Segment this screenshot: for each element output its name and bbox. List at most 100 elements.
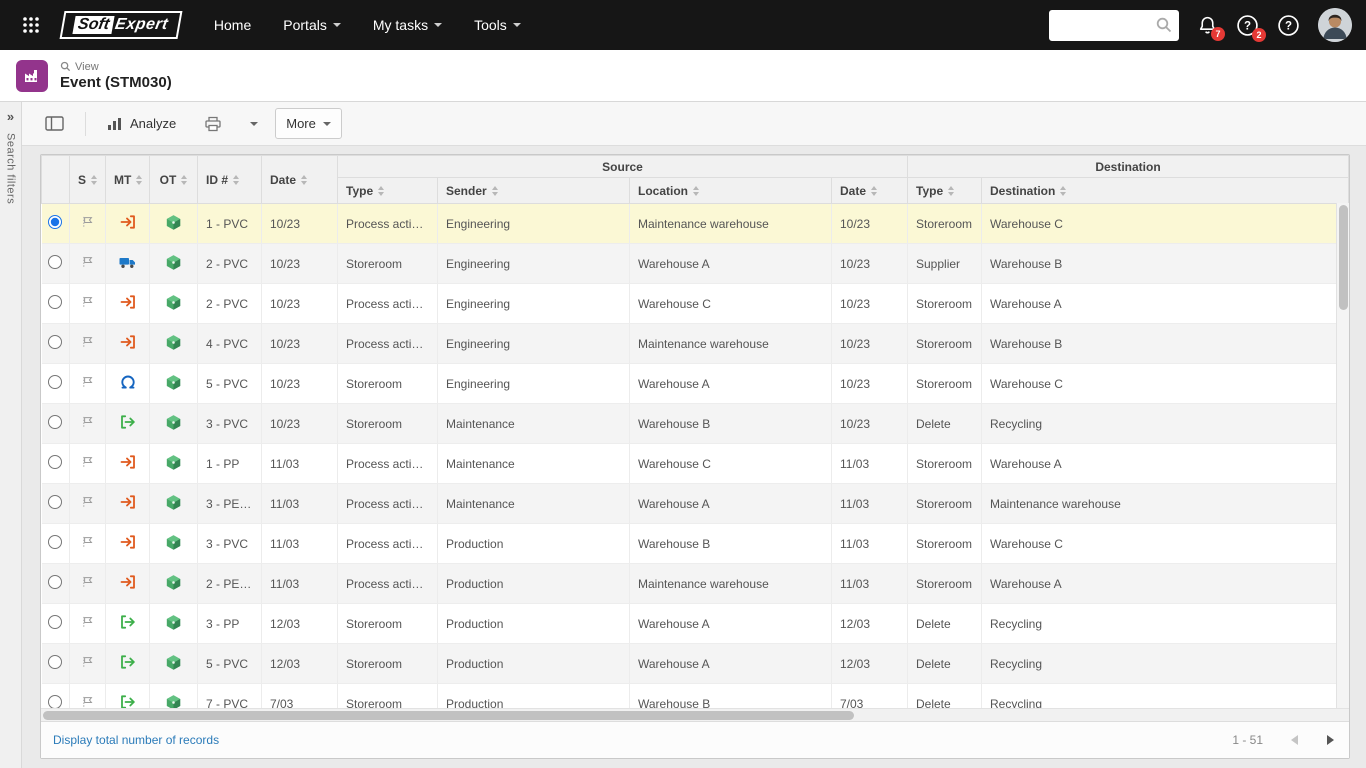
table-row[interactable]: 2 - PEAD 11/03 Process activity Producti… — [41, 563, 1349, 604]
support-icon[interactable]: ? 2 — [1236, 14, 1266, 42]
column-header-location[interactable]: Location — [629, 177, 832, 204]
sort-icon — [301, 175, 308, 186]
pagination: 1 - 51 — [1232, 727, 1343, 753]
destination-cell: Warehouse A — [981, 443, 1349, 484]
vertical-scrollbar-thumb[interactable] — [1339, 205, 1348, 310]
notifications-badge: 7 — [1211, 26, 1225, 41]
column-header-destination[interactable]: Destination — [981, 177, 1349, 204]
next-page-button[interactable] — [1317, 727, 1343, 753]
column-header-mt[interactable]: MT — [105, 155, 150, 204]
sender-cell: Production — [437, 523, 630, 564]
destination-date-cell: 12/03 — [831, 603, 908, 644]
table-row[interactable]: 1 - PP 11/03 Process activity Maintenanc… — [41, 443, 1349, 484]
table-row[interactable]: 1 - PVC 10/23 Process activity Engineeri… — [41, 203, 1349, 244]
location-cell: Warehouse C — [629, 443, 832, 484]
horizontal-scrollbar-thumb[interactable] — [43, 711, 854, 720]
radio-cell — [41, 203, 70, 244]
row-radio[interactable] — [48, 375, 63, 389]
more-button[interactable]: More — [275, 108, 342, 139]
destination-cell: Warehouse A — [981, 563, 1349, 604]
destination-cell: Warehouse A — [981, 283, 1349, 324]
vertical-scrollbar[interactable] — [1336, 203, 1349, 708]
source-type-cell: Process activity — [337, 203, 438, 244]
date-cell: 11/03 — [261, 483, 338, 524]
row-radio[interactable] — [48, 295, 63, 309]
column-header-date[interactable]: Date — [261, 155, 338, 204]
table-row[interactable]: 5 - PVC 12/03 Storeroom Production Wareh… — [41, 643, 1349, 684]
column-header-src-date[interactable]: Date — [831, 177, 908, 204]
row-radio[interactable] — [48, 255, 63, 269]
horizontal-scrollbar[interactable] — [41, 708, 1349, 721]
menu-portals[interactable]: Portals — [269, 9, 355, 41]
title-bar: View Event (STM030) — [0, 50, 1366, 102]
sort-icon — [181, 175, 188, 186]
chevron-down-icon — [332, 23, 341, 27]
column-header-sender[interactable]: Sender — [437, 177, 630, 204]
breadcrumb: View — [60, 61, 172, 73]
column-header-src-type[interactable]: Type — [337, 177, 438, 204]
softexpert-logo[interactable]: Soft Expert — [59, 11, 183, 39]
prev-page-button[interactable] — [1281, 727, 1307, 753]
row-radio[interactable] — [48, 495, 63, 509]
column-header-dst-type[interactable]: Type — [907, 177, 982, 204]
search-filters-panel-toggle[interactable]: » Search filters — [0, 102, 22, 768]
svg-text:?: ? — [1285, 20, 1292, 32]
destination-date-cell: 12/03 — [831, 643, 908, 684]
destination-type-cell: Storeroom — [907, 323, 982, 364]
source-type-cell: Storeroom — [337, 643, 438, 684]
id-cell: 3 - PP — [197, 603, 262, 644]
print-dropdown-button[interactable] — [239, 114, 269, 134]
row-radio[interactable] — [48, 415, 63, 429]
sender-cell: Production — [437, 643, 630, 684]
help-icon[interactable]: ? — [1277, 14, 1300, 37]
sender-cell: Engineering — [437, 203, 630, 244]
page-title: Event (STM030) — [60, 73, 172, 91]
print-button[interactable] — [193, 108, 233, 140]
table-row[interactable]: 2 - PVC 10/23 Process activity Engineeri… — [41, 283, 1349, 324]
id-cell: 2 - PVC — [197, 283, 262, 324]
location-cell: Warehouse A — [629, 363, 832, 404]
user-avatar[interactable] — [1318, 8, 1352, 42]
notifications-bell-icon[interactable]: 7 — [1197, 15, 1225, 41]
row-radio[interactable] — [48, 215, 63, 229]
row-radio[interactable] — [48, 455, 63, 469]
table-row[interactable]: 3 - PVC 11/03 Process activity Productio… — [41, 523, 1349, 564]
row-radio[interactable] — [48, 615, 63, 629]
row-radio[interactable] — [48, 655, 63, 669]
menu-my-tasks[interactable]: My tasks — [359, 9, 456, 41]
destination-type-cell: Storeroom — [907, 363, 982, 404]
radio-cell — [41, 643, 70, 684]
table-row[interactable]: 3 - PP 12/03 Storeroom Production Wareho… — [41, 603, 1349, 644]
side-panel-button[interactable] — [34, 108, 75, 139]
table-row[interactable]: 3 - PVC 10/23 Storeroom Maintenance Ware… — [41, 403, 1349, 444]
analyze-label: Analyze — [130, 116, 177, 131]
menu-tools[interactable]: Tools — [460, 9, 535, 41]
row-radio[interactable] — [48, 695, 63, 708]
table-row[interactable]: 4 - PVC 10/23 Process activity Engineeri… — [41, 323, 1349, 364]
main-menu: Home Portals My tasks Tools — [200, 9, 535, 41]
menu-home[interactable]: Home — [200, 9, 265, 41]
table-row[interactable]: 3 - PEAD 11/03 Process activity Maintena… — [41, 483, 1349, 524]
column-header-s[interactable]: S — [69, 155, 106, 204]
sort-icon — [378, 186, 385, 197]
apps-grid-icon[interactable] — [14, 8, 48, 42]
column-header-id[interactable]: ID # — [197, 155, 262, 204]
destination-date-cell: 11/03 — [831, 443, 908, 484]
date-cell: 11/03 — [261, 443, 338, 484]
table-row[interactable]: 7 - PVC 7/03 Storeroom Production Wareho… — [41, 683, 1349, 708]
table-row[interactable]: 5 - PVC 10/23 Storeroom Engineering Ware… — [41, 363, 1349, 404]
table-row[interactable]: 2 - PVC 10/23 Storeroom Engineering Ware… — [41, 243, 1349, 284]
display-total-link[interactable]: Display total number of records — [53, 733, 219, 747]
destination-type-cell: Delete — [907, 643, 982, 684]
event-module-icon — [16, 59, 48, 92]
id-cell: 5 - PVC — [197, 363, 262, 404]
date-cell: 12/03 — [261, 643, 338, 684]
search-filters-label: Search filters — [4, 133, 17, 205]
row-radio[interactable] — [48, 535, 63, 549]
material-input-icon — [105, 283, 150, 324]
analyze-button[interactable]: Analyze — [96, 108, 187, 139]
row-radio[interactable] — [48, 335, 63, 349]
column-header-ot[interactable]: OT — [149, 155, 198, 204]
row-radio[interactable] — [48, 575, 63, 589]
material-cube-icon — [149, 363, 198, 404]
